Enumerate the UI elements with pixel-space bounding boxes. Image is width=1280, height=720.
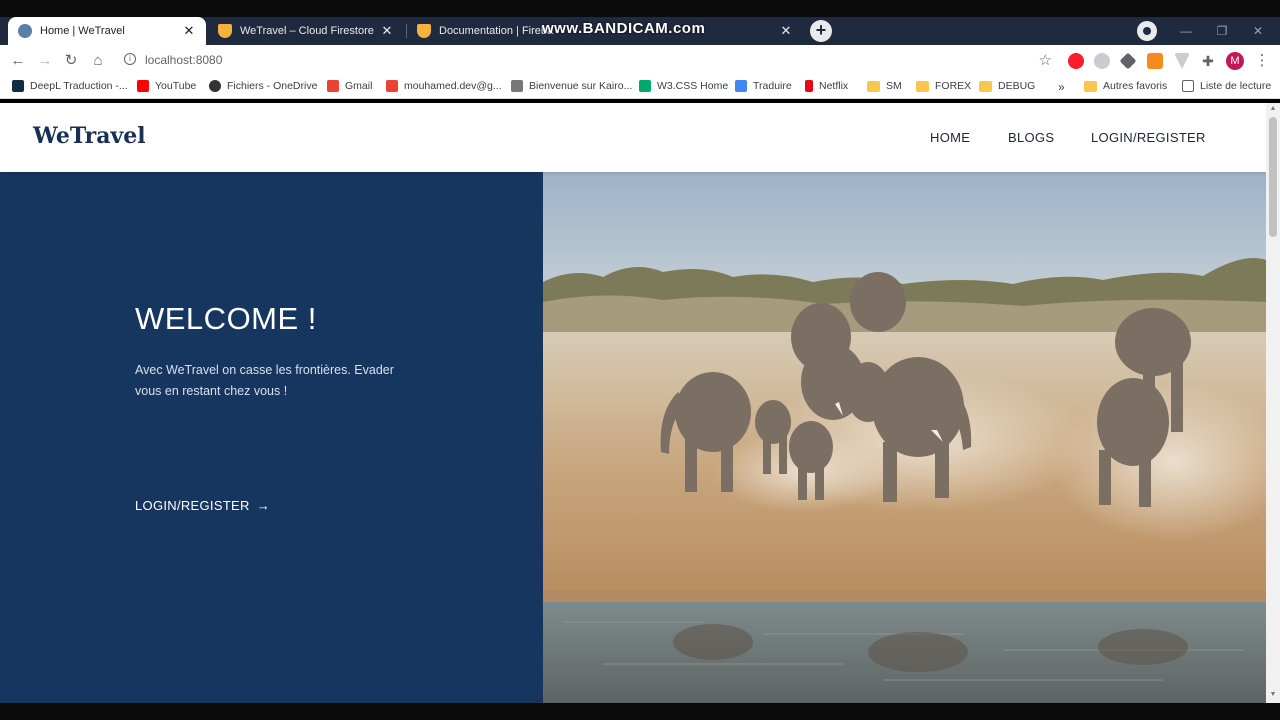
netflix-icon (805, 80, 813, 92)
gmail-icon (386, 80, 398, 92)
firebase-icon (218, 24, 232, 38)
bookmark-gmail-account[interactable]: mouhamed.dev@g... (386, 80, 502, 92)
bookmark-other[interactable]: Autres favoris (1084, 80, 1167, 92)
close-icon[interactable]: ✕ (380, 23, 394, 39)
translate-icon (735, 80, 747, 92)
maximize-icon[interactable]: ❐ (1204, 17, 1240, 45)
hero-heading: WELCOME ! (135, 301, 317, 336)
deepl-icon (12, 80, 24, 92)
folder-icon (867, 80, 880, 92)
scroll-up-icon[interactable]: ▲ (1269, 105, 1277, 112)
hero-elephants-photo (543, 172, 1266, 703)
gmail-icon (327, 80, 339, 92)
screen-recorder-bar-bottom (0, 703, 1280, 720)
site-header: WeTravel HOME BLOGS LOGIN/REGISTER (0, 103, 1266, 172)
scrollbar-thumb[interactable] (1269, 117, 1277, 237)
globe-icon (209, 80, 221, 92)
tab-title: Home | WeTravel (40, 25, 125, 37)
scroll-down-icon[interactable]: ▼ (1269, 691, 1277, 698)
cloud-extension-icon[interactable] (1094, 53, 1110, 69)
tab-home-wetravel[interactable]: Home | WeTravel ✕ (8, 17, 206, 45)
home-icon[interactable]: ⌂ (87, 50, 109, 72)
reading-list-icon (1182, 80, 1194, 92)
info-icon[interactable]: i (124, 53, 136, 65)
bookmark-folder-forex[interactable]: FOREX (916, 80, 971, 92)
back-arrow-icon[interactable]: ← (7, 50, 29, 72)
opera-extension-icon[interactable] (1068, 53, 1084, 69)
puzzle-extensions-icon[interactable]: ✚ (1197, 50, 1219, 72)
folder-icon (979, 80, 992, 92)
screen-recorder-bar-top (0, 0, 1280, 17)
profile-round-icon[interactable] (1137, 21, 1157, 41)
close-icon[interactable]: ✕ (779, 23, 793, 39)
tab-title: Documentation | Fireba (439, 25, 554, 37)
menu-kebab-icon[interactable]: ⋮ (1251, 50, 1273, 72)
hero-login-register-link[interactable]: LOGIN/REGISTER → (135, 498, 270, 513)
globe-icon (18, 24, 32, 38)
address-bar[interactable]: i localhost:8080 ☆ (118, 49, 1058, 73)
reading-list[interactable]: Liste de lecture (1182, 80, 1271, 92)
kairo-icon (511, 80, 523, 92)
close-icon[interactable]: ✕ (182, 23, 196, 39)
tab-title: WeTravel – Cloud Firestore – Fireb (240, 25, 374, 37)
bookmark-star-icon[interactable]: ☆ (1039, 51, 1052, 69)
reload-icon[interactable]: ↻ (60, 50, 82, 72)
bookmark-traduire[interactable]: Traduire (735, 80, 792, 92)
tag-extension-icon[interactable] (1119, 52, 1137, 70)
web-page: WeTravel HOME BLOGS LOGIN/REGISTER WELCO… (0, 103, 1266, 703)
bookmark-w3css[interactable]: W3.CSS Home (639, 80, 728, 92)
bookmark-folder-sm[interactable]: SM (867, 80, 902, 92)
bookmark-folder-debug[interactable]: DEBUG (979, 80, 1035, 92)
more-bookmarks-button[interactable]: » (1058, 80, 1065, 94)
forward-arrow-icon[interactable]: → (34, 50, 56, 72)
bookmarks-bar: DeepL Traduction -... YouTube Fichiers -… (0, 77, 1280, 99)
v-extension-icon[interactable] (1174, 53, 1190, 69)
firebase-icon (417, 24, 431, 38)
bookmark-netflix[interactable]: Netflix (805, 80, 848, 92)
w3schools-icon (639, 80, 651, 92)
folder-icon (1084, 80, 1097, 92)
site-logo[interactable]: WeTravel (33, 123, 146, 149)
bookmark-onedrive[interactable]: Fichiers - OneDrive (209, 80, 317, 92)
nav-login-register[interactable]: LOGIN/REGISTER (1091, 130, 1206, 145)
tab-firestore[interactable]: WeTravel – Cloud Firestore – Fireb ✕ (208, 17, 404, 45)
arrow-right-icon: → (256, 498, 271, 513)
page-scrollbar[interactable]: ▲ ▼ (1266, 103, 1280, 703)
new-tab-button[interactable]: + (810, 20, 832, 42)
bookmark-gmail[interactable]: Gmail (327, 80, 372, 92)
hero-cta-label: LOGIN/REGISTER (135, 498, 250, 513)
profile-avatar[interactable]: M (1226, 52, 1244, 70)
bookmark-deepl[interactable]: DeepL Traduction -... (12, 80, 128, 92)
bookmark-youtube[interactable]: YouTube (137, 80, 196, 92)
url-text: localhost:8080 (145, 53, 223, 67)
elephants-photo-illustration (543, 172, 1266, 703)
nav-home[interactable]: HOME (930, 130, 970, 145)
bookmark-kairo[interactable]: Bienvenue sur Kairo... (511, 80, 632, 92)
folder-icon (916, 80, 929, 92)
browser-toolbar: ← → ↻ ⌂ i localhost:8080 ☆ ✚ M ⋮ (0, 45, 1280, 77)
recorder-watermark: www.BANDICAM.com (542, 20, 706, 37)
youtube-icon (137, 80, 149, 92)
window-close-icon[interactable]: ✕ (1240, 17, 1276, 45)
hero-tagline: Avec WeTravel on casse les frontières. E… (135, 363, 394, 398)
nav-blogs[interactable]: BLOGS (1008, 130, 1054, 145)
hero-panel: WELCOME ! Avec WeTravel on casse les fro… (0, 172, 543, 703)
off-extension-icon[interactable] (1147, 53, 1163, 69)
minimize-icon[interactable]: — (1168, 17, 1204, 45)
